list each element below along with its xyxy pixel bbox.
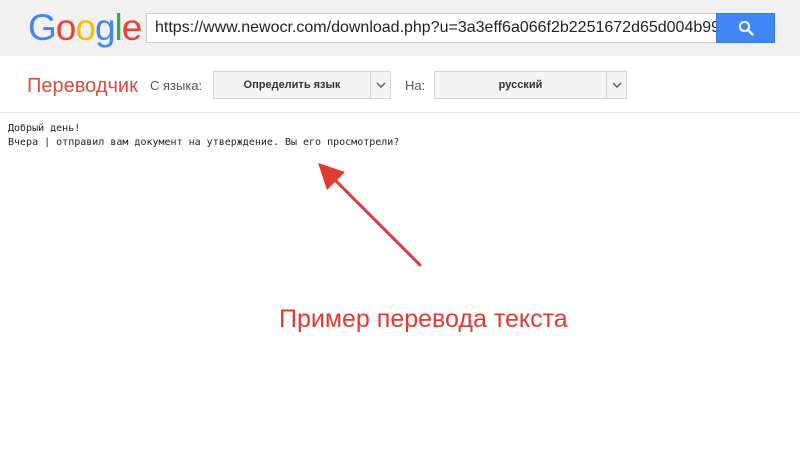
annotation-arrow-icon <box>318 163 422 267</box>
annotation-caption: Пример перевода текста <box>279 305 568 333</box>
